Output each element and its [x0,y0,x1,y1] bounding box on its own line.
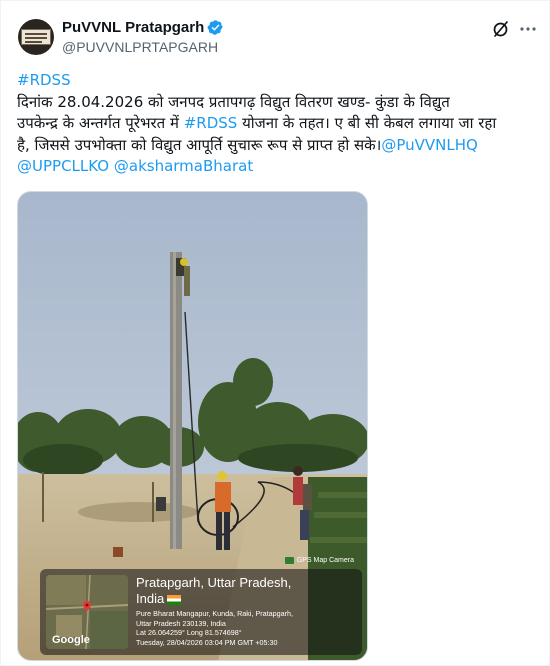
author-name-row[interactable]: PuVVNL Pratapgarh [62,18,224,37]
google-logo: Google [52,634,90,646]
mention-uppcllko[interactable]: @UPPCLLKO [17,157,109,175]
gps-camera-icon [284,557,294,564]
avatar[interactable] [18,19,54,55]
tweet-line-2a: उपकेन्द्र के अन्तर्गत पूरेभरत में [17,114,184,132]
more-options-icon[interactable] [518,19,538,39]
map-pin-icon [83,601,91,611]
tweet-text: #RDSS दिनांक 28.04.2026 को जनपद प्रतापगढ… [17,70,535,178]
avatar-plate [21,29,51,45]
grok-icon[interactable] [491,19,511,39]
mention-aksharmabharat[interactable]: @aksharmaBharat [114,157,253,175]
india-flag-icon [167,594,182,605]
mention-puvvnlhq[interactable]: @PuVVNLHQ [381,136,477,154]
author-name[interactable]: PuVVNL Pratapgarh [62,18,204,37]
hashtag-rdss[interactable]: #RDSS [17,71,71,89]
mini-map: Google [46,575,128,649]
tweet-line-1: दिनांक 28.04.2026 को जनपद प्रतापगढ़ विद्… [17,92,450,111]
hashtag-rdss-inline[interactable]: #RDSS [184,114,238,132]
place-name: Pratapgarh, Uttar Pradesh, India [136,575,292,606]
tweet-line-3: है, जिससे उपभोक्ता को विद्युत आपूर्ति सु… [17,135,382,154]
verified-badge-icon [207,20,224,35]
tweet-line-2b: योजना के तहत। ए बी सी केबल लगाया जा रहा [237,114,497,132]
gps-app-label: GPS Map Camera [284,557,354,564]
author-handle[interactable]: @PUVVNLPRTAPGARH [62,38,218,56]
tweet-card: PuVVNL Pratapgarh @PUVVNLPRTAPGARH #RDSS… [0,0,550,666]
gps-stamp: GPS Map Camera Google Pratapgarh, Uttar … [40,557,362,655]
tweet-photo[interactable]: GPS Map Camera Google Pratapgarh, Uttar … [17,191,368,661]
address-block: Pure Bharat Mangapur, Kunda, Raki, Prata… [136,609,294,647]
